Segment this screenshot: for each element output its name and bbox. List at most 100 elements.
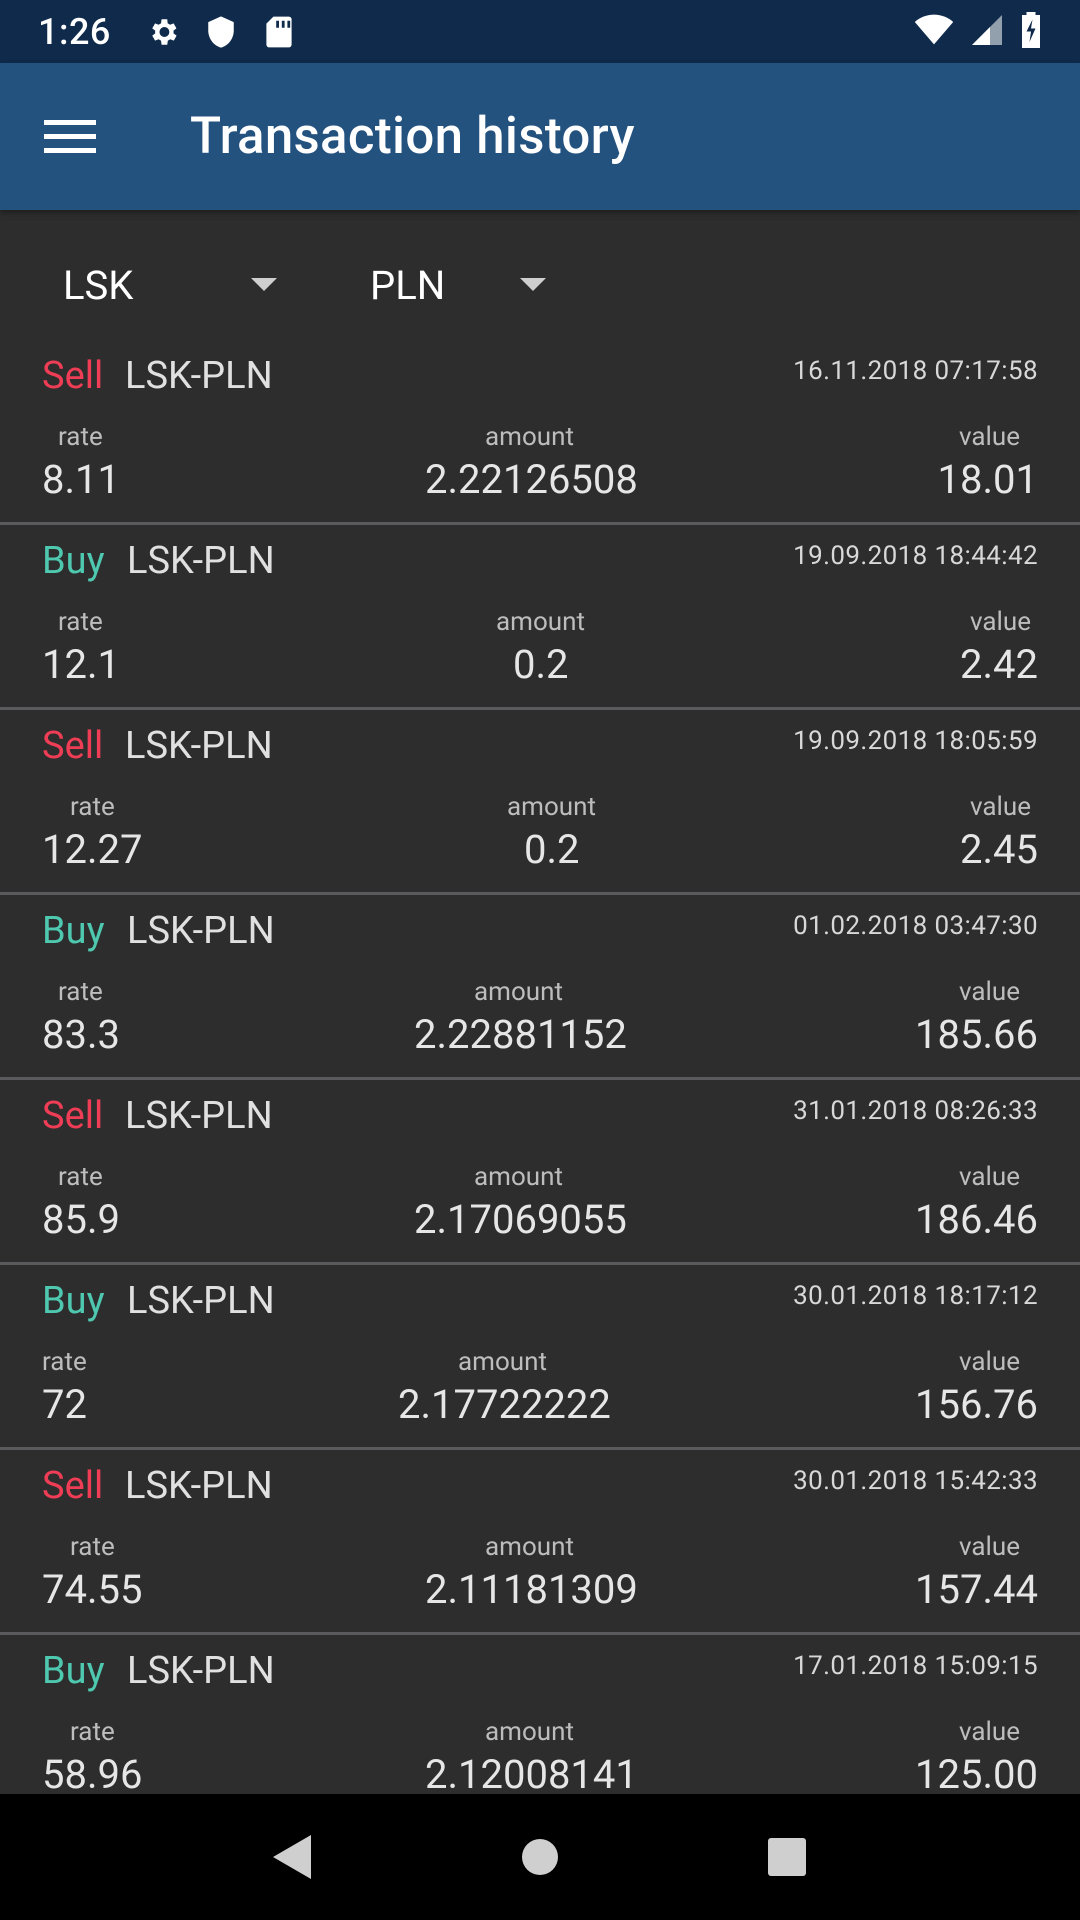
transaction-date: 17.01.2018 15:09:15 xyxy=(793,1651,1038,1681)
filter-bar: LSK PLN xyxy=(0,230,1080,340)
amount-value: 2.22881152 xyxy=(414,1011,627,1058)
transaction-row[interactable]: Sell LSK-PLN 31.01.2018 08:26:33 rate am… xyxy=(0,1080,1080,1265)
transaction-pair: LSK-PLN xyxy=(125,1094,273,1138)
rate-label: rate xyxy=(70,792,115,822)
amount-label: amount xyxy=(485,1532,574,1562)
rate-value: 72 xyxy=(42,1381,87,1428)
status-bar: 1:26 xyxy=(0,0,1080,63)
sd-card-icon xyxy=(261,14,297,50)
transaction-date: 30.01.2018 18:17:12 xyxy=(793,1281,1038,1311)
navigation-bar xyxy=(0,1794,1080,1920)
amount-value: 2.11181309 xyxy=(425,1566,638,1613)
amount-label: amount xyxy=(485,1717,574,1747)
rate-value: 58.96 xyxy=(42,1751,143,1794)
transaction-pair: LSK-PLN xyxy=(127,1649,275,1693)
rate-label: rate xyxy=(70,1717,115,1747)
transaction-list[interactable]: Sell LSK-PLN 16.11.2018 07:17:58 rate am… xyxy=(0,340,1080,1794)
value-value: 156.76 xyxy=(915,1381,1038,1428)
amount-value: 2.17069055 xyxy=(414,1196,627,1243)
transaction-row[interactable]: Buy LSK-PLN 01.02.2018 03:47:30 rate amo… xyxy=(0,895,1080,1080)
back-button[interactable] xyxy=(263,1827,323,1887)
value-label: value xyxy=(959,1347,1020,1377)
wifi-icon xyxy=(914,14,954,50)
transaction-row[interactable]: Buy LSK-PLN 17.01.2018 15:09:15 rate amo… xyxy=(0,1635,1080,1794)
recents-button[interactable] xyxy=(757,1827,817,1887)
chevron-down-icon xyxy=(520,278,546,291)
value-label: value xyxy=(959,1162,1020,1192)
fiat-dropdown-label: PLN xyxy=(370,261,446,309)
value-label: value xyxy=(959,422,1020,452)
rate-value: 12.1 xyxy=(42,641,120,688)
transaction-side: Sell xyxy=(42,354,104,398)
currency-dropdown-label: LSK xyxy=(63,261,134,309)
transaction-pair: LSK-PLN xyxy=(127,1279,275,1323)
battery-icon xyxy=(1020,11,1042,52)
transaction-side: Sell xyxy=(42,1464,104,1508)
rate-value: 12.27 xyxy=(42,826,143,873)
value-value: 186.46 xyxy=(915,1196,1038,1243)
transaction-row[interactable]: Buy LSK-PLN 19.09.2018 18:44:42 rate amo… xyxy=(0,525,1080,710)
amount-value: 2.17722222 xyxy=(398,1381,611,1428)
value-label: value xyxy=(970,792,1031,822)
value-value: 2.42 xyxy=(960,641,1038,688)
rate-value: 74.55 xyxy=(42,1566,143,1613)
amount-label: amount xyxy=(474,1162,563,1192)
transaction-row[interactable]: Sell LSK-PLN 30.01.2018 15:42:33 rate am… xyxy=(0,1450,1080,1635)
value-value: 18.01 xyxy=(937,456,1038,503)
back-icon xyxy=(273,1835,312,1879)
rate-label: rate xyxy=(58,607,103,637)
value-value: 2.45 xyxy=(960,826,1038,873)
value-value: 157.44 xyxy=(915,1566,1038,1613)
page-title: Transaction history xyxy=(190,107,635,166)
amount-label: amount xyxy=(496,607,585,637)
transaction-row[interactable]: Sell LSK-PLN 19.09.2018 18:05:59 rate am… xyxy=(0,710,1080,895)
rate-value: 83.3 xyxy=(42,1011,120,1058)
transaction-side: Buy xyxy=(42,1649,105,1693)
transaction-pair: LSK-PLN xyxy=(125,724,273,768)
fiat-dropdown[interactable]: PLN xyxy=(370,230,560,340)
chevron-down-icon xyxy=(251,278,277,291)
rate-label: rate xyxy=(42,1347,87,1377)
status-time: 1:26 xyxy=(38,10,111,53)
home-icon xyxy=(521,1839,558,1875)
transaction-date: 31.01.2018 08:26:33 xyxy=(793,1096,1038,1126)
value-label: value xyxy=(959,977,1020,1007)
transaction-pair: LSK-PLN xyxy=(127,539,275,583)
transaction-date: 01.02.2018 03:47:30 xyxy=(793,911,1038,941)
transaction-side: Sell xyxy=(42,1094,104,1138)
rate-value: 8.11 xyxy=(42,456,120,503)
currency-dropdown[interactable]: LSK xyxy=(63,230,283,340)
transaction-side: Buy xyxy=(42,1279,105,1323)
amount-label: amount xyxy=(474,977,563,1007)
value-label: value xyxy=(970,607,1031,637)
amount-label: amount xyxy=(485,422,574,452)
shield-icon xyxy=(203,14,239,50)
transaction-pair: LSK-PLN xyxy=(127,909,275,953)
amount-value: 2.22126508 xyxy=(425,456,638,503)
amount-label: amount xyxy=(507,792,596,822)
transaction-date: 19.09.2018 18:05:59 xyxy=(793,726,1038,756)
transaction-pair: LSK-PLN xyxy=(125,1464,273,1508)
menu-button[interactable] xyxy=(0,63,140,210)
rate-value: 85.9 xyxy=(42,1196,120,1243)
amount-value: 2.12008141 xyxy=(425,1751,638,1794)
amount-value: 0.2 xyxy=(524,826,580,873)
rate-label: rate xyxy=(58,977,103,1007)
transaction-date: 16.11.2018 07:17:58 xyxy=(793,356,1038,386)
hamburger-menu-icon xyxy=(44,119,96,153)
value-label: value xyxy=(959,1532,1020,1562)
transaction-side: Buy xyxy=(42,909,105,953)
transaction-pair: LSK-PLN xyxy=(125,354,273,398)
transaction-row[interactable]: Buy LSK-PLN 30.01.2018 18:17:12 rate amo… xyxy=(0,1265,1080,1450)
rate-label: rate xyxy=(70,1532,115,1562)
signal-icon xyxy=(972,14,1002,50)
transaction-side: Sell xyxy=(42,724,104,768)
transaction-side: Buy xyxy=(42,539,105,583)
app-bar: Transaction history xyxy=(0,63,1080,210)
amount-value: 0.2 xyxy=(513,641,569,688)
value-value: 125.00 xyxy=(915,1751,1038,1794)
transaction-row[interactable]: Sell LSK-PLN 16.11.2018 07:17:58 rate am… xyxy=(0,340,1080,525)
gear-icon xyxy=(145,14,181,50)
amount-label: amount xyxy=(458,1347,547,1377)
home-button[interactable] xyxy=(510,1827,570,1887)
